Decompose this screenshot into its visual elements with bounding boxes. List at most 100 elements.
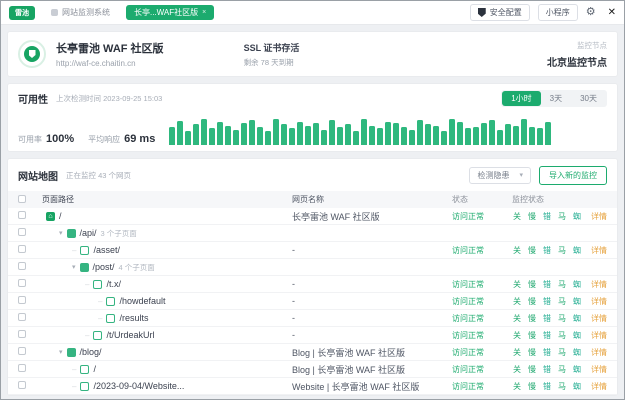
monitor-badge-4: 蜘: [572, 211, 582, 222]
detail-link[interactable]: 详情: [591, 364, 607, 375]
table-row: ▾/post/4 个子页面: [8, 259, 617, 276]
page-icon: [93, 280, 102, 289]
row-checkbox[interactable]: [18, 279, 26, 287]
expand-caret-icon[interactable]: ▾: [59, 348, 63, 356]
availability-bar: [249, 120, 255, 145]
row-checkbox[interactable]: [18, 211, 26, 219]
tree-line: –: [72, 365, 76, 374]
monitor-badge-1: 慢: [527, 330, 537, 341]
availability-bar: [497, 130, 503, 145]
monitor-node-label: 监控节点: [547, 40, 607, 51]
row-checkbox[interactable]: [18, 228, 26, 236]
expand-caret-icon[interactable]: ▾: [72, 263, 76, 271]
availability-bar: [481, 123, 487, 145]
row-checkbox[interactable]: [18, 381, 26, 389]
security-config-label: 安全配置: [490, 7, 522, 18]
availability-bar: [185, 131, 191, 145]
availability-bar: [265, 131, 271, 145]
page-icon: [80, 246, 89, 255]
gear-icon[interactable]: ⚙: [586, 7, 596, 18]
page-name: -: [292, 313, 452, 323]
sitemap-title: 网站地图: [18, 168, 58, 183]
monitor-badge-3: 马: [557, 296, 567, 307]
page-path-link[interactable]: /t/UrdeakUrl: [106, 330, 154, 340]
time-range-0[interactable]: 1小时: [502, 91, 540, 106]
page-path-link[interactable]: /: [93, 364, 96, 374]
monitor-badge-3: 马: [557, 381, 567, 392]
expand-caret-icon[interactable]: ▾: [59, 229, 63, 237]
page-name: Blog | 长亭雷池 WAF 社区版: [292, 346, 452, 359]
response-metric: 平均响应 69 ms: [88, 133, 155, 145]
window-close-icon[interactable]: ✕: [608, 7, 616, 18]
table-row: –/2023-09-04/Website...Website | 长亭雷池 WA…: [8, 378, 617, 395]
monitor-badge-4: 蜘: [572, 330, 582, 341]
ssl-status: SSL 证书存活: [244, 41, 300, 54]
detail-link[interactable]: 详情: [591, 245, 607, 256]
availability-bar: [433, 126, 439, 145]
monitor-badge-0: 关: [512, 279, 522, 290]
row-checkbox[interactable]: [18, 347, 26, 355]
row-checkbox[interactable]: [18, 330, 26, 338]
availability-bar: [257, 127, 263, 145]
page-name: -: [292, 296, 452, 306]
security-config-button[interactable]: 安全配置: [470, 4, 530, 21]
hazard-filter-select[interactable]: 检测隐患 ▾: [469, 167, 531, 184]
tab-site-system[interactable]: 网站监测系统: [43, 5, 118, 20]
availability-bar: [337, 127, 343, 145]
monitor-badge-2: 错: [542, 245, 552, 256]
status-text: 访问正常: [452, 280, 484, 289]
page-path-link[interactable]: /: [59, 211, 62, 221]
availability-bar: [313, 123, 319, 145]
availability-bar: [537, 128, 543, 145]
detail-link[interactable]: 详情: [591, 381, 607, 392]
table-row: –/results-访问正常关慢错马蜘详情: [8, 310, 617, 327]
chevron-down-icon: ▾: [519, 171, 523, 179]
monitor-badge-1: 慢: [527, 279, 537, 290]
row-checkbox[interactable]: [18, 313, 26, 321]
page-path-link[interactable]: /howdefault: [119, 296, 165, 306]
page-icon: [106, 314, 115, 323]
table-row: ▾/blog/Blog | 长亭雷池 WAF 社区版访问正常关慢错马蜘详情: [8, 344, 617, 361]
status-text: 访问正常: [452, 297, 484, 306]
monitor-badge-4: 蜘: [572, 296, 582, 307]
page-path-link[interactable]: /api/: [80, 228, 97, 238]
availability-bar: [305, 126, 311, 145]
detail-link[interactable]: 详情: [591, 279, 607, 290]
tree-line: –: [72, 382, 76, 391]
mini-program-button[interactable]: 小程序: [538, 4, 578, 21]
tree-line: –: [85, 280, 89, 289]
select-all-checkbox[interactable]: [18, 195, 26, 203]
availability-bar: [225, 126, 231, 145]
page-path-link[interactable]: /results: [119, 313, 148, 323]
tab-waf-active[interactable]: 长亭...WAF社区版 ×: [126, 5, 214, 20]
status-text: 访问正常: [452, 331, 484, 340]
row-checkbox[interactable]: [18, 245, 26, 253]
availability-bar: [425, 124, 431, 145]
detail-link[interactable]: 详情: [591, 313, 607, 324]
page-path-link[interactable]: /2023-09-04/Website...: [93, 381, 184, 391]
detail-link[interactable]: 详情: [591, 296, 607, 307]
time-range-2[interactable]: 30天: [571, 91, 606, 106]
page-icon: [93, 331, 102, 340]
page-path-link[interactable]: /post/: [93, 262, 115, 272]
site-url-link[interactable]: http://waf-ce.chaitin.cn: [56, 59, 164, 68]
row-checkbox[interactable]: [18, 262, 26, 270]
table-row: ⌂/长亭雷池 WAF 社区版访问正常关慢错马蜘详情: [8, 208, 617, 225]
availability-bar: [233, 130, 239, 145]
import-monitor-button[interactable]: 导入新的监控: [539, 166, 607, 185]
detail-link[interactable]: 详情: [591, 347, 607, 358]
mini-program-label: 小程序: [546, 7, 570, 18]
tree-line: –: [72, 246, 76, 255]
detail-link[interactable]: 详情: [591, 211, 607, 222]
page-path-link[interactable]: /asset/: [93, 245, 120, 255]
row-checkbox[interactable]: [18, 364, 26, 372]
page-path-link[interactable]: /blog/: [80, 347, 102, 357]
monitor-badge-4: 蜘: [572, 279, 582, 290]
detail-link[interactable]: 详情: [591, 330, 607, 341]
availability-bar: [345, 124, 351, 145]
tab-close-icon[interactable]: ×: [202, 9, 206, 16]
table-row: –/t.x/-访问正常关慢错马蜘详情: [8, 276, 617, 293]
page-path-link[interactable]: /t.x/: [106, 279, 121, 289]
row-checkbox[interactable]: [18, 296, 26, 304]
time-range-1[interactable]: 3天: [541, 91, 571, 106]
